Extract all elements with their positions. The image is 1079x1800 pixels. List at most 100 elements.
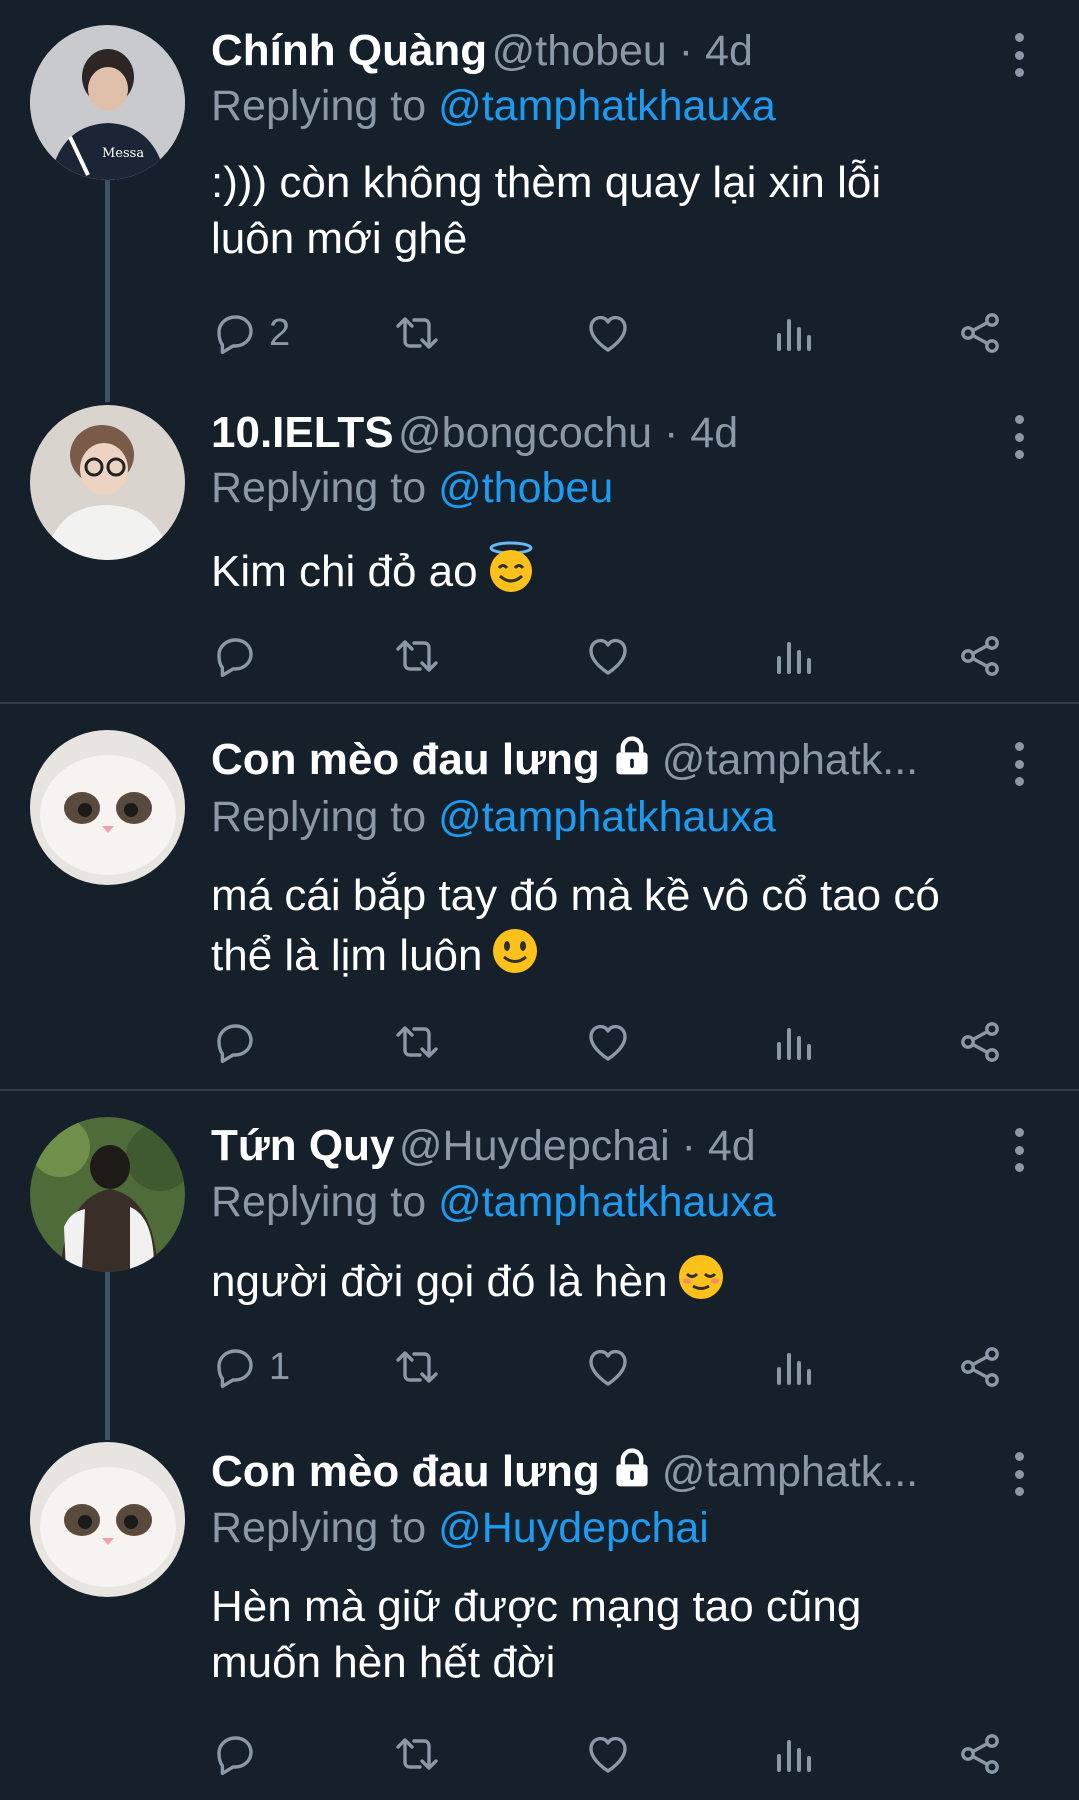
views-button[interactable] xyxy=(771,1017,819,1067)
share-icon xyxy=(956,309,1004,357)
retweet-icon xyxy=(393,1018,441,1066)
more-options-icon[interactable] xyxy=(1009,1452,1029,1496)
like-icon xyxy=(584,1018,632,1066)
avatar[interactable] xyxy=(30,1117,185,1272)
share-button[interactable] xyxy=(956,1342,1004,1392)
share-button[interactable] xyxy=(956,308,1004,358)
reply-button[interactable] xyxy=(211,1017,259,1067)
avatar[interactable] xyxy=(30,405,185,560)
avatar-person-photo-icon xyxy=(30,1117,185,1272)
handle-and-time[interactable]: @thobeu · 4d xyxy=(492,27,753,75)
display-name[interactable]: Chính Quàng xyxy=(211,26,487,75)
avatar-person-photo-icon: Messa xyxy=(30,25,185,180)
tweet-text-line: thể là lịm luôn xyxy=(211,931,483,980)
reply-button[interactable]: 1 xyxy=(211,1342,290,1392)
mention-link[interactable]: @tamphatkhauxa xyxy=(438,82,776,130)
views-button[interactable] xyxy=(771,1342,819,1392)
tweet-text: Kim chi đỏ ao xyxy=(211,540,1031,600)
views-button[interactable] xyxy=(771,308,819,358)
replying-label: Replying to xyxy=(211,1504,439,1552)
share-button[interactable] xyxy=(956,1729,1004,1779)
handle-and-time[interactable]: @tamphatk... xyxy=(662,1448,918,1496)
replying-to: Replying to @thobeu xyxy=(211,464,613,513)
retweet-button[interactable] xyxy=(393,1729,441,1779)
views-icon xyxy=(771,1018,819,1066)
mention-link[interactable]: @Huydepchai xyxy=(438,1504,709,1552)
thread-line xyxy=(105,1272,110,1440)
replying-to: Replying to @tamphatkhauxa xyxy=(211,1178,776,1227)
tweet-header: Con mèo đau lưng @tamphatk... xyxy=(211,734,999,790)
reply-count: 2 xyxy=(269,311,291,354)
like-button[interactable] xyxy=(584,1342,632,1392)
views-button[interactable] xyxy=(771,631,819,681)
tweet-header: Tứn Quy @Huydepchai · 4d xyxy=(211,1121,999,1177)
views-icon xyxy=(771,1343,819,1391)
like-button[interactable] xyxy=(584,1729,632,1779)
smiling-face-with-halo-icon xyxy=(489,541,533,592)
reply-button[interactable] xyxy=(211,1729,259,1779)
retweet-icon xyxy=(393,1343,441,1391)
mention-link[interactable]: @tamphatkhauxa xyxy=(438,793,776,841)
reply-icon xyxy=(211,1018,259,1066)
share-icon xyxy=(956,1343,1004,1391)
like-button[interactable] xyxy=(584,308,632,358)
retweet-button[interactable] xyxy=(393,308,441,358)
more-options-icon[interactable] xyxy=(1009,415,1029,459)
reply-icon xyxy=(211,1343,259,1391)
tweet-actions: 1 xyxy=(211,1342,1011,1392)
avatar-person-photo-icon xyxy=(30,405,185,560)
tweet-actions xyxy=(211,1729,1011,1779)
views-icon xyxy=(771,1730,819,1778)
tweet-text-line: Hèn mà giữ được mạng tao cũng xyxy=(211,1582,862,1631)
avatar[interactable] xyxy=(30,1442,185,1597)
like-icon xyxy=(584,632,632,680)
share-icon xyxy=(956,1730,1004,1778)
replying-label: Replying to xyxy=(211,82,439,130)
tweet-text-line: :))) còn không thèm quay lại xin lỗi xyxy=(211,158,882,207)
tweet-text: :))) còn không thèm quay lại xin lỗi luô… xyxy=(211,155,1031,267)
retweet-button[interactable] xyxy=(393,631,441,681)
more-options-icon[interactable] xyxy=(1009,33,1029,77)
retweet-icon xyxy=(393,1730,441,1778)
reply-button[interactable] xyxy=(211,631,259,681)
avatar[interactable] xyxy=(30,730,185,885)
replying-to: Replying to @tamphatkhauxa xyxy=(211,793,776,842)
tweet-actions: 2 xyxy=(211,308,1011,358)
retweet-icon xyxy=(393,632,441,680)
more-options-icon[interactable] xyxy=(1009,1128,1029,1172)
share-button[interactable] xyxy=(956,631,1004,681)
svg-text:Messa: Messa xyxy=(102,146,144,161)
handle-and-time[interactable]: @bongcochu · 4d xyxy=(398,409,738,457)
reply-button[interactable]: 2 xyxy=(211,308,290,358)
like-button[interactable] xyxy=(584,631,632,681)
retweet-button[interactable] xyxy=(393,1017,441,1067)
avatar[interactable]: Messa xyxy=(30,25,185,180)
views-icon xyxy=(771,309,819,357)
reply-icon xyxy=(211,1730,259,1778)
display-name[interactable]: 10.IELTS xyxy=(211,408,394,457)
divider xyxy=(0,1089,1079,1091)
more-options-icon[interactable] xyxy=(1009,742,1029,786)
like-button[interactable] xyxy=(584,1017,632,1067)
mention-link[interactable]: @thobeu xyxy=(438,464,613,512)
display-name[interactable]: Con mèo đau lưng xyxy=(211,1447,600,1496)
tweet-actions xyxy=(211,1017,1011,1067)
replying-to: Replying to @tamphatkhauxa xyxy=(211,82,776,131)
mention-link[interactable]: @tamphatkhauxa xyxy=(438,1178,776,1226)
display-name[interactable]: Con mèo đau lưng xyxy=(211,735,600,784)
tweet-text-line: muốn hèn hết đời xyxy=(211,1638,556,1687)
like-icon xyxy=(584,1730,632,1778)
reply-count: 1 xyxy=(269,1345,291,1388)
display-name[interactable]: Tứn Quy xyxy=(211,1121,394,1170)
tweet-actions xyxy=(211,631,1011,681)
relieved-face-icon xyxy=(678,1255,723,1299)
protected-lock-icon xyxy=(610,734,654,778)
handle-and-time[interactable]: @tamphatk... xyxy=(662,736,918,784)
retweet-button[interactable] xyxy=(393,1342,441,1392)
replying-to: Replying to @Huydepchai xyxy=(211,1504,709,1553)
share-button[interactable] xyxy=(956,1017,1004,1067)
handle-and-time[interactable]: @Huydepchai · 4d xyxy=(399,1122,756,1170)
tweet-text: Hèn mà giữ được mạng tao cũng muốn hèn h… xyxy=(211,1579,1031,1691)
thread-line xyxy=(105,180,110,402)
views-button[interactable] xyxy=(771,1729,819,1779)
